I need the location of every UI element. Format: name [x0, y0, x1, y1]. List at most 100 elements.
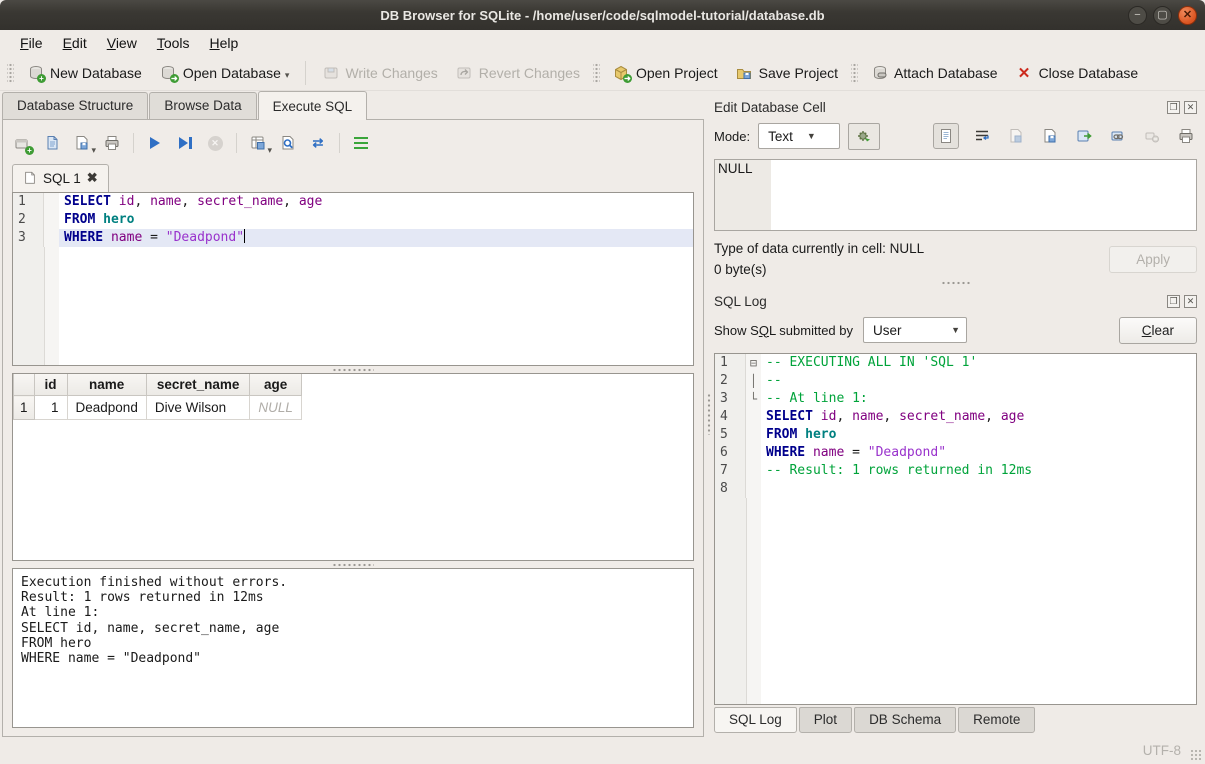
open-sql-file-icon[interactable] [42, 133, 62, 153]
toolbar-drag-handle[interactable] [851, 62, 858, 84]
close-sql-tab-icon[interactable]: ✖ [87, 170, 98, 186]
cell-value-editor[interactable]: NULL [714, 159, 1197, 231]
sql-doc-tab[interactable]: SQL 1 ✖ [12, 164, 109, 192]
export-results-icon[interactable]: ▾ [248, 133, 268, 153]
edit-cell-title: Edit Database Cell [714, 100, 826, 115]
revert-changes-icon [456, 64, 473, 81]
chevron-down-icon[interactable]: ▾ [91, 145, 96, 156]
mode-label: Mode: [714, 129, 750, 144]
column-header-id[interactable]: id [34, 374, 67, 396]
new-database-button[interactable]: + New Database [19, 60, 150, 85]
gear-icon [856, 128, 873, 145]
save-project-button[interactable]: Save Project [728, 60, 846, 85]
cell-name[interactable]: Deadpond [67, 396, 146, 420]
revert-changes-button[interactable]: Revert Changes [448, 60, 588, 85]
close-panel-icon[interactable]: ✕ [1184, 295, 1197, 308]
mode-select[interactable]: Text ▼ [758, 123, 840, 149]
cell-age[interactable]: NULL [250, 396, 302, 420]
code-line: 3└-- At line 1: [715, 390, 1196, 408]
attach-database-button[interactable]: Attach Database [863, 60, 1006, 85]
results-grid[interactable]: id name secret_name age 1 1 Deadpond Div… [12, 373, 694, 561]
menu-edit[interactable]: Edit [53, 32, 97, 54]
float-panel-icon[interactable]: ❐ [1167, 295, 1180, 308]
titlebar: DB Browser for SQLite - /home/user/code/… [0, 0, 1205, 30]
menu-view[interactable]: View [97, 32, 147, 54]
word-wrap-icon[interactable] [971, 125, 993, 147]
set-null-icon[interactable] [1141, 125, 1163, 147]
attach-database-icon [871, 64, 888, 81]
write-changes-button[interactable]: Write Changes [314, 60, 445, 85]
revert-changes-label: Revert Changes [479, 65, 580, 81]
float-panel-icon[interactable]: ❐ [1167, 101, 1180, 114]
open-project-button[interactable]: ➜ Open Project [605, 60, 726, 85]
dock-tab-plot[interactable]: Plot [799, 707, 852, 733]
clear-log-button[interactable]: Clear [1119, 317, 1197, 344]
code-line: 4SELECT id, name, secret_name, age [715, 408, 1196, 426]
sql-log-view[interactable]: 1⊟-- EXECUTING ALL IN 'SQL 1'2│--3└-- At… [714, 353, 1197, 705]
find-icon[interactable] [278, 133, 298, 153]
print-sql-icon[interactable] [102, 133, 122, 153]
splitter-handle[interactable] [12, 561, 694, 568]
splitter-handle[interactable] [12, 366, 694, 373]
toolbar-drag-handle[interactable] [7, 62, 14, 84]
new-sql-tab-icon[interactable]: + [12, 133, 32, 153]
new-database-icon: + [27, 64, 44, 81]
sql-log-title: SQL Log [714, 294, 767, 309]
import-cell-icon[interactable] [1039, 125, 1061, 147]
chevron-down-icon[interactable]: ▾ [267, 145, 272, 156]
execution-message[interactable]: Execution finished without errors. Resul… [12, 568, 694, 728]
link-cell-icon[interactable] [1107, 125, 1129, 147]
execute-all-icon[interactable] [145, 133, 165, 153]
tab-database-structure[interactable]: Database Structure [2, 92, 148, 119]
code-line: 3WHERE name = "Deadpond" [13, 229, 693, 247]
column-header-name[interactable]: name [67, 374, 146, 396]
dock-tab-sql-log[interactable]: SQL Log [714, 707, 797, 733]
toolbar-drag-handle[interactable] [593, 62, 600, 84]
dock-tab-remote[interactable]: Remote [958, 707, 1035, 733]
encoding-indicator[interactable]: UTF-8 [1143, 743, 1181, 758]
text-document-icon[interactable] [933, 123, 959, 149]
chevron-down-icon[interactable]: ▾ [285, 70, 290, 81]
tab-browse-data[interactable]: Browse Data [149, 92, 256, 119]
window-controls: − ▢ ✕ [1128, 6, 1205, 25]
export-cell-icon[interactable] [1073, 125, 1095, 147]
execute-line-icon[interactable] [175, 133, 195, 153]
splitter-handle[interactable] [714, 277, 1197, 289]
menu-file[interactable]: File [10, 32, 53, 54]
column-header-secret-name[interactable]: secret_name [146, 374, 250, 396]
menu-tools[interactable]: Tools [147, 32, 200, 54]
close-panel-icon[interactable]: ✕ [1184, 101, 1197, 114]
column-header-age[interactable]: age [250, 374, 302, 396]
results-corner-cell[interactable] [14, 374, 35, 396]
chevron-down-icon: ▼ [951, 325, 960, 335]
sql-toolbar: + ▾ ✕ [12, 128, 694, 158]
format-sql-icon[interactable] [351, 133, 371, 153]
replace-icon[interactable]: ⇄ [308, 133, 328, 153]
tab-execute-sql[interactable]: Execute SQL [258, 91, 368, 120]
open-database-button[interactable]: ➜ Open Database ▾ [152, 60, 298, 85]
main-area: Database Structure Browse Data Execute S… [0, 91, 1205, 737]
minimize-button[interactable]: − [1128, 6, 1147, 25]
sql-log-filter-select[interactable]: User ▼ [863, 317, 967, 343]
apply-button[interactable]: Apply [1109, 246, 1197, 273]
sql-log-filter-value: User [873, 323, 902, 338]
right-pane: Edit Database Cell ❐ ✕ Mode: Text ▼ [712, 91, 1205, 737]
save-cell-icon[interactable] [1005, 125, 1027, 147]
maximize-button[interactable]: ▢ [1153, 6, 1172, 25]
close-button[interactable]: ✕ [1178, 6, 1197, 25]
row-number[interactable]: 1 [14, 396, 35, 420]
print-cell-icon[interactable] [1175, 125, 1197, 147]
stop-icon[interactable]: ✕ [205, 133, 225, 153]
dock-tab-db-schema[interactable]: DB Schema [854, 707, 956, 733]
code-line: 2│-- [715, 372, 1196, 390]
save-sql-file-icon[interactable]: ▾ [72, 133, 92, 153]
auto-mode-button[interactable] [848, 123, 880, 150]
sql-editor[interactable]: 1SELECT id, name, secret_name, age2FROM … [12, 192, 694, 366]
menu-help[interactable]: Help [200, 32, 249, 54]
cell-editor-icons [933, 123, 1197, 149]
menubar: File Edit View Tools Help [0, 30, 1205, 55]
cell-id[interactable]: 1 [34, 396, 67, 420]
cell-secret-name[interactable]: Dive Wilson [146, 396, 250, 420]
close-database-button[interactable]: ✕ Close Database [1008, 60, 1147, 85]
resize-grip-icon[interactable] [1190, 749, 1202, 761]
